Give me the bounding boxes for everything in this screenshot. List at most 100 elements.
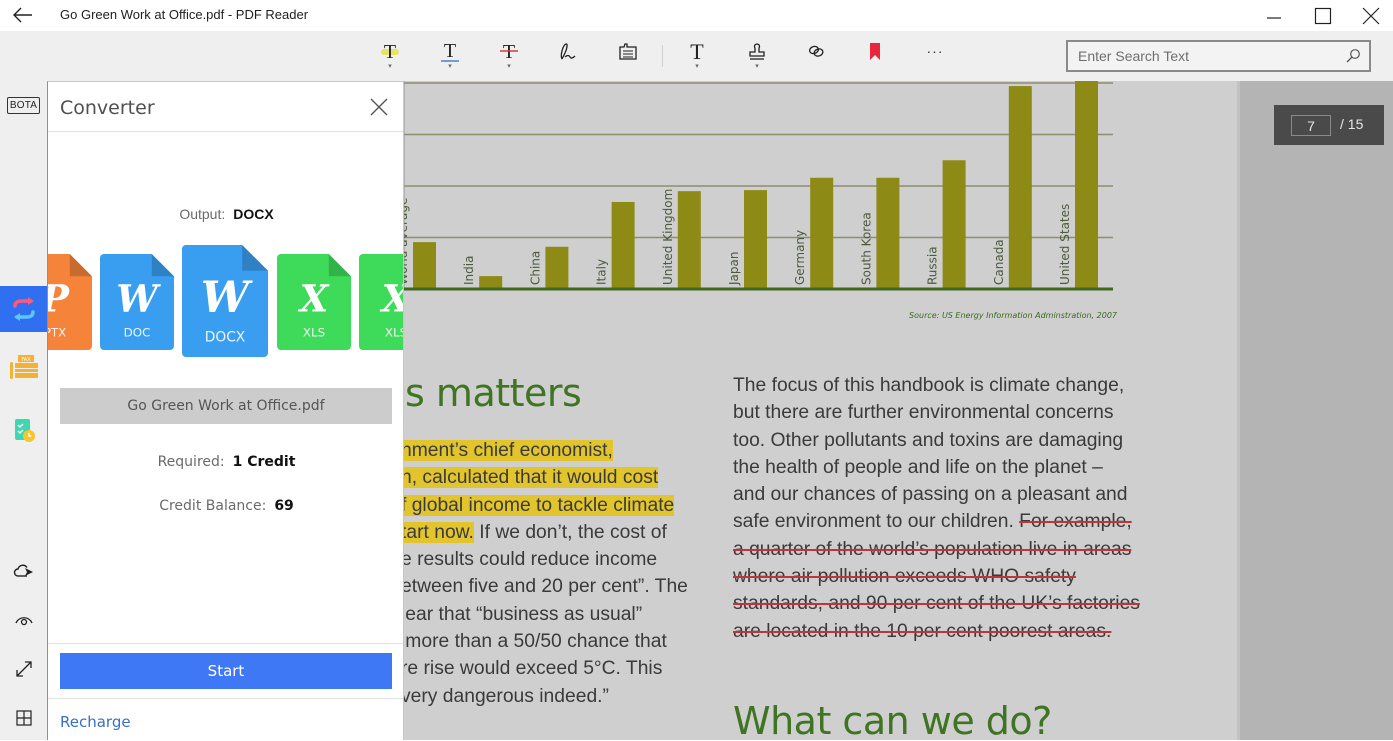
search-icon[interactable] xyxy=(1345,48,1361,64)
search-input[interactable] xyxy=(1078,46,1338,66)
sidebar-item-tasks[interactable] xyxy=(0,407,47,453)
chart-bar-world-average xyxy=(413,242,436,289)
balance-label: Credit Balance: xyxy=(159,498,267,514)
maximize-icon xyxy=(1314,7,1332,24)
output-label: Output: xyxy=(179,206,226,222)
grid-icon xyxy=(15,710,32,726)
text-line: safe environment to our children. For ex… xyxy=(733,508,1140,535)
sidebar-item-thumbnails[interactable] xyxy=(0,695,47,741)
page-number-input[interactable] xyxy=(1291,115,1331,136)
chart-bar-russia xyxy=(942,160,966,289)
right-paragraph: The focus of this handbook is climate ch… xyxy=(733,372,1140,645)
sidebar-item-view-mode[interactable] xyxy=(0,597,47,643)
output-value: DOCX xyxy=(233,206,274,222)
close-window-button[interactable] xyxy=(1348,0,1393,31)
format-option-docx-selected[interactable]: W DOCX xyxy=(182,245,268,357)
file-doc-icon: W DOC xyxy=(100,254,174,350)
underline-tool-button[interactable]: T ▾ xyxy=(435,39,465,75)
svg-text:W: W xyxy=(116,277,161,321)
text-line: very dangerous indeed.” xyxy=(403,683,688,710)
divider xyxy=(48,643,403,644)
balance-value: 69 xyxy=(274,498,294,514)
search-box[interactable] xyxy=(1066,40,1371,72)
format-option-pptx[interactable]: P PTX xyxy=(48,254,92,350)
strikethrough-text: where air pollution exceeds WHO safety xyxy=(733,566,1076,588)
file-pptx-icon: P PTX xyxy=(48,254,92,350)
bookmark-icon xyxy=(870,43,880,60)
chart-bar-united-kingdom xyxy=(677,191,701,289)
maximize-button[interactable] xyxy=(1300,0,1346,31)
text-line: ‘more than a 50/50 chance that xyxy=(403,628,688,655)
sidebar-item-bota[interactable]: BOTA xyxy=(0,82,47,128)
chart-bar-japan xyxy=(744,190,767,289)
text-line: tart now. If we don’t, the cost of xyxy=(403,519,688,546)
text-segment: If we don’t, the cost of xyxy=(473,521,667,543)
page-navigator: / 15 xyxy=(1274,105,1384,145)
text-segment: e results could reduce income xyxy=(403,549,658,571)
text-segment: etween five and 20 per cent”. The xyxy=(403,576,688,598)
text-line: re rise would exceed 5°C. This xyxy=(403,655,688,682)
document-viewport[interactable]: World average India China Italy United Kingd… xyxy=(403,81,1393,740)
text-box-icon: T xyxy=(690,40,704,62)
format-carousel: P PTX W DOC W DOCX X XLS X X xyxy=(48,242,404,362)
close-panel-button[interactable] xyxy=(364,92,394,122)
arrow-left-icon xyxy=(13,7,32,23)
freehand-tool-button[interactable] xyxy=(553,39,583,75)
strikethrough-tool-button[interactable]: T ▾ xyxy=(494,39,524,75)
strikethrough-text: a quarter of the world’s population live… xyxy=(733,538,1132,560)
text-line: standards, and 90 per cent of the UK’s f… xyxy=(733,590,1140,617)
stamp-tool-button[interactable]: ▾ xyxy=(742,39,772,75)
sidebar-item-fullscreen[interactable] xyxy=(0,646,47,692)
textbox-tool-button[interactable]: T ▾ xyxy=(682,39,712,75)
svg-text:T: T xyxy=(690,40,704,62)
text-line: e results could reduce income xyxy=(403,546,688,573)
chart-category-label: Germany xyxy=(793,230,807,285)
chart-bar-italy xyxy=(611,201,635,289)
converter-panel: Converter Output:DOCX P PTX W DOC W DOCX xyxy=(47,81,404,740)
svg-text:W: W xyxy=(201,273,253,323)
source-file-button[interactable]: Go Green Work at Office.pdf xyxy=(60,388,392,424)
section-heading-what-can-we-do: What can we do? xyxy=(733,699,1052,740)
divider xyxy=(48,131,403,132)
text-line: n, calculated that it would cost xyxy=(403,464,688,491)
chart-category-label: India xyxy=(462,256,476,285)
minimize-icon xyxy=(1267,16,1281,19)
text-segment: too. Other pollutants and toxins are dam… xyxy=(733,429,1124,451)
text-segment: re rise would exceed 5°C. This xyxy=(403,658,663,680)
format-option-doc[interactable]: W DOC xyxy=(100,254,174,350)
text-segment: but there are further environmental conc… xyxy=(733,402,1114,424)
text-line: The focus of this handbook is climate ch… xyxy=(733,372,1140,399)
highlighted-text: n, calculated that it would cost xyxy=(403,467,659,489)
text-segment: ‘more than a 50/50 chance that xyxy=(403,631,667,653)
highlight-tool-button[interactable]: T ▾ xyxy=(375,39,405,75)
format-option-xls[interactable]: X XLS xyxy=(359,254,404,350)
format-option-xls[interactable]: X XLS xyxy=(277,254,351,350)
sidebar-item-fax[interactable]: FAX xyxy=(0,344,47,390)
text-segment: lear that “business as usual” xyxy=(403,603,643,625)
sidebar-item-cloud[interactable] xyxy=(0,548,47,594)
strikethrough-text-icon: T xyxy=(500,41,518,62)
underline-text-icon: T xyxy=(441,40,459,62)
note-tool-button[interactable] xyxy=(613,39,643,75)
svg-text:T: T xyxy=(444,40,456,62)
required-value: 1 Credit xyxy=(232,454,296,470)
chart-source-caption: Source: US Energy Information Adminstrat… xyxy=(909,311,1117,320)
back-button[interactable] xyxy=(8,2,38,28)
sidebar-item-converter[interactable] xyxy=(0,286,47,332)
required-label: Required: xyxy=(157,454,225,470)
svg-text:X: X xyxy=(380,277,404,321)
highlighted-text: nment’s chief economist, xyxy=(403,440,613,461)
text-line: the health of people and life on the pla… xyxy=(733,454,1140,481)
bookmark-tool-button[interactable] xyxy=(860,39,890,75)
expand-icon xyxy=(15,661,32,677)
start-button[interactable]: Start xyxy=(60,653,392,689)
strikethrough-text: standards, and 90 per cent of the UK’s f… xyxy=(733,593,1140,615)
link-tool-button[interactable] xyxy=(801,39,831,75)
file-xls-icon: X XLS xyxy=(359,254,404,350)
convert-icon xyxy=(12,297,35,321)
recharge-link[interactable]: Recharge xyxy=(60,713,131,731)
minimize-button[interactable] xyxy=(1251,0,1297,31)
annotation-toolbar: T ▾ T ▾ T ▾ T ▾ ▾ ··· xyxy=(0,31,1393,81)
more-tools-button[interactable]: ··· xyxy=(920,39,950,75)
text-line: but there are further environmental conc… xyxy=(733,399,1140,426)
